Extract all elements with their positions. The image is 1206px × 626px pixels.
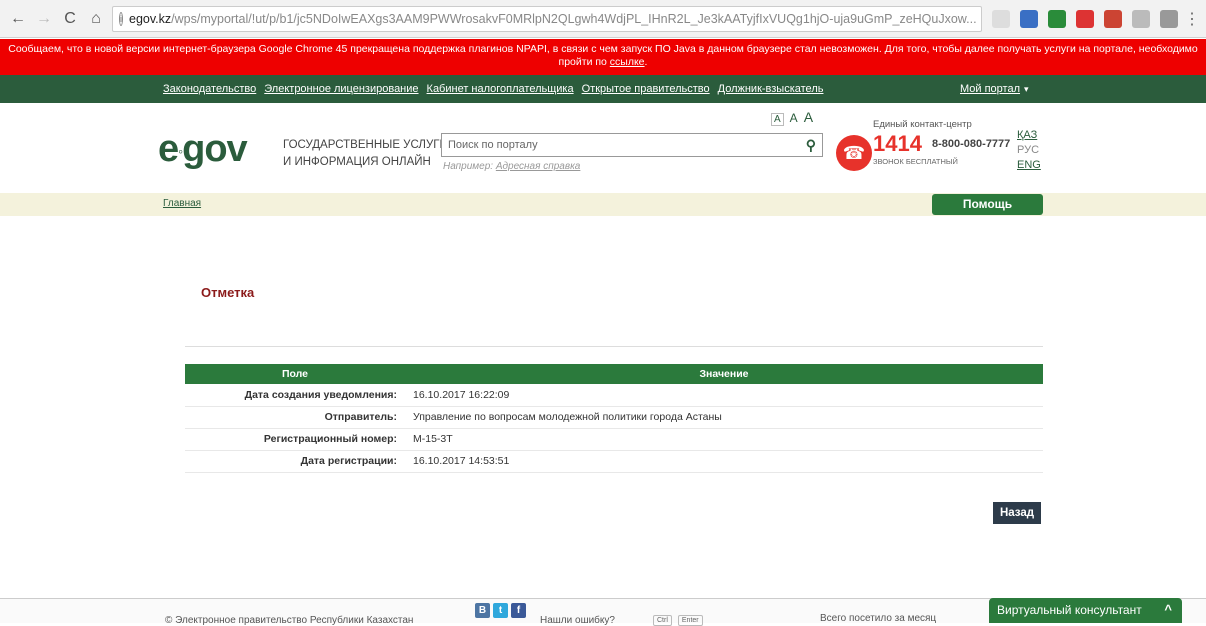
extension-icon[interactable] <box>1076 9 1094 28</box>
chevron-down-icon[interactable]: ▾ <box>1024 84 1029 95</box>
row-value: Управление по вопросам молодежной полити… <box>405 406 1043 429</box>
column-header-field: Поле <box>185 364 405 384</box>
search-example: Например: Адресная справка <box>443 161 581 172</box>
column-header-value: Значение <box>405 364 1043 384</box>
home-icon[interactable]: ⌂ <box>86 9 106 29</box>
menu-icon[interactable]: ⋮ <box>1184 9 1200 29</box>
row-value: 16.10.2017 14:53:51 <box>405 450 1043 473</box>
row-label: Дата создания уведомления: <box>185 384 405 407</box>
contact-center-label: Единый контакт-центр <box>873 119 972 130</box>
nav-link-taxpayer[interactable]: Кабинет налогоплательщика <box>427 83 574 95</box>
notice-text: Сообщаем, что в новой версии интернет-бр… <box>8 43 1198 68</box>
font-size-medium[interactable]: A <box>790 111 798 125</box>
chevron-up-icon[interactable]: ^ <box>1164 602 1172 617</box>
egov-logo[interactable]: e◦gov <box>158 129 248 171</box>
url-host: egov.kz <box>129 11 172 26</box>
my-portal-link[interactable]: Мой портал <box>960 83 1020 95</box>
extension-icon[interactable] <box>1104 9 1122 28</box>
row-value: 16.10.2017 16:22:09 <box>405 384 1043 407</box>
row-label: Дата регистрации: <box>185 450 405 473</box>
forward-arrow-icon[interactable]: → <box>34 9 54 29</box>
page-title: Отметка <box>201 285 255 300</box>
nav-link-open-government[interactable]: Открытое правительство <box>582 83 710 95</box>
site-tagline: Государственные услуги и информация онла… <box>283 139 448 168</box>
help-button[interactable]: Помощь <box>932 194 1043 215</box>
key-enter: Enter <box>677 615 703 626</box>
contact-number: 1414 <box>873 131 922 156</box>
table-header-row: Поле Значение <box>185 364 1043 384</box>
table-row: Регистрационный номер: М-15-3Т <box>185 428 1043 451</box>
extension-icon[interactable] <box>992 9 1010 28</box>
phone-icon: ☎ <box>836 135 872 171</box>
nav-link-licensing[interactable]: Электронное лицензирование <box>264 83 418 95</box>
vk-icon[interactable]: В <box>475 603 490 618</box>
row-value: М-15-3Т <box>405 428 1043 451</box>
table-row: Дата регистрации: 16.10.2017 14:53:51 <box>185 450 1043 473</box>
found-error-text: Нашли ошибку? <box>540 615 615 626</box>
reload-icon[interactable]: C <box>60 9 80 29</box>
address-bar[interactable]: i egov.kz /wps/myportal/!ut/p/b1/jc5NDoI… <box>112 5 982 32</box>
keyboard-shortcut: Ctrl Enter <box>653 615 703 626</box>
row-label: Регистрационный номер: <box>185 428 405 451</box>
lang-rus: РУС <box>1017 144 1040 156</box>
top-navigation: Законодательство Электронное лицензирова… <box>0 75 1206 103</box>
extension-icon[interactable] <box>1048 9 1066 28</box>
divider <box>185 346 1043 347</box>
contact-phone: 8-800-080-7777 <box>932 138 1011 150</box>
search-example-link[interactable]: Адресная справка <box>496 161 581 172</box>
browser-toolbar: ← → C ⌂ i egov.kz /wps/myportal/!ut/p/b1… <box>0 0 1206 38</box>
copyright-text: © Электронное правительство Республики К… <box>165 615 414 626</box>
table-row: Отправитель: Управление по вопросам моло… <box>185 406 1043 429</box>
visits-counter-label: Всего посетило за месяц <box>820 613 937 624</box>
font-size-large[interactable]: A <box>804 109 813 125</box>
twitter-icon[interactable]: t <box>493 603 508 618</box>
breadcrumb-bar: Главная Помощь <box>0 193 1206 216</box>
font-size-controls: A A A <box>771 109 813 126</box>
language-switcher: ҚАЗ РУС ENG <box>1017 129 1041 171</box>
search-icon[interactable]: ⚲ <box>806 137 816 154</box>
search-input[interactable]: Поиск по порталу ⚲ <box>441 133 823 157</box>
key-ctrl: Ctrl <box>653 615 672 626</box>
nav-link-debtor[interactable]: Должник-взыскатель <box>718 83 824 95</box>
extension-icon[interactable] <box>1160 9 1178 28</box>
notification-table: Поле Значение Дата создания уведомления:… <box>185 364 1043 473</box>
info-icon[interactable]: i <box>119 11 123 26</box>
lang-eng[interactable]: ENG <box>1017 159 1041 171</box>
back-arrow-icon[interactable]: ← <box>8 9 28 29</box>
url-path: /wps/myportal/!ut/p/b1/jc5NDoIwEAXgs3AAM… <box>171 11 977 26</box>
extension-icon[interactable] <box>1020 9 1038 28</box>
social-links: В t f <box>475 603 526 618</box>
notice-banner: Сообщаем, что в новой версии интернет-бр… <box>0 39 1206 75</box>
row-label: Отправитель: <box>185 406 405 429</box>
notice-link[interactable]: ссылке <box>610 56 645 68</box>
font-size-small[interactable]: A <box>771 113 784 126</box>
contact-free-label: звонок бесплатный <box>873 157 958 166</box>
table-row: Дата создания уведомления: 16.10.2017 16… <box>185 384 1043 407</box>
nav-link-legislation[interactable]: Законодательство <box>163 83 256 95</box>
virtual-consultant-button[interactable]: Виртуальный консультант ^ <box>989 598 1182 623</box>
extension-icon[interactable] <box>1132 9 1150 28</box>
back-button[interactable]: Назад <box>993 502 1041 524</box>
site-header: e◦gov Государственные услуги и информаци… <box>0 103 1206 193</box>
facebook-icon[interactable]: f <box>511 603 526 618</box>
lang-kaz[interactable]: ҚАЗ <box>1017 129 1041 141</box>
breadcrumb-home[interactable]: Главная <box>163 198 201 209</box>
